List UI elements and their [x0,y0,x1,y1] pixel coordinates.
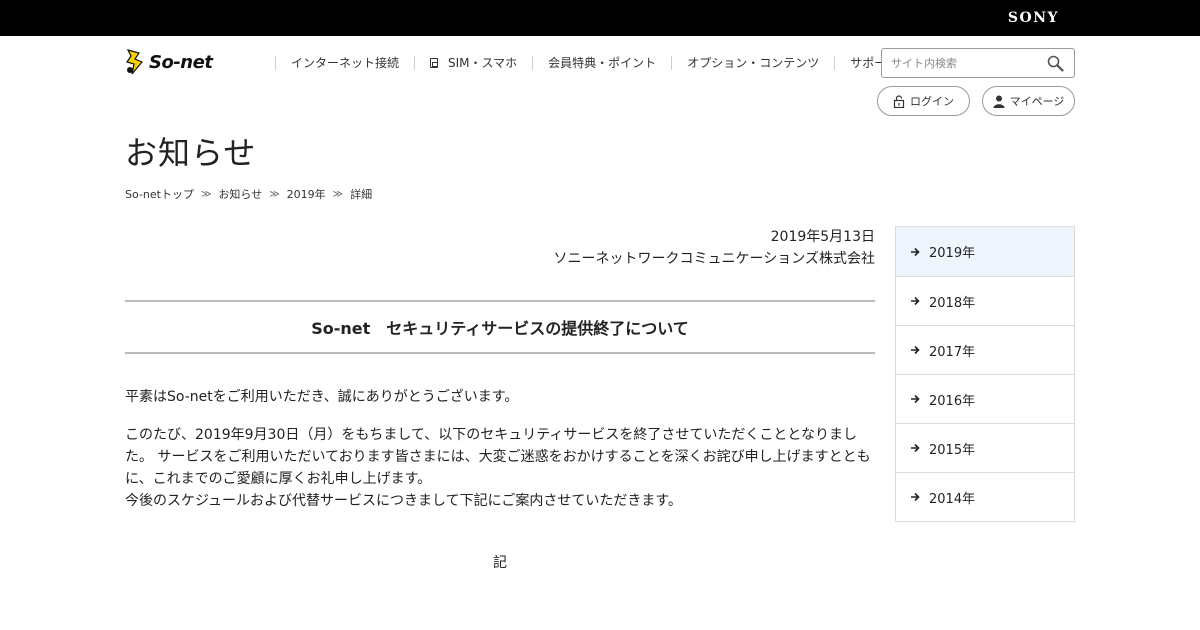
mypage-button-label: マイページ [1009,95,1065,108]
breadcrumb-item-year[interactable]: 2019年 [287,186,326,202]
user-icon [993,95,1005,108]
article-body: 平素はSo-netをご利用いただき、誠にありがとうございます。 このたび、201… [125,386,875,512]
sidebar-item-2019[interactable]: 2019年 [896,227,1074,276]
breadcrumb-item-news[interactable]: お知らせ [218,186,262,202]
nav-item-label: オプション・コンテンツ [687,56,820,70]
sony-logo[interactable]: SONY [1008,10,1059,26]
arrow-right-icon [911,394,920,404]
login-button-label: ログイン [910,95,954,108]
article-ki-mark: 記 [493,555,507,571]
global-nav: インターネット接続 SIM・スマホ 会員特典・ポイント オプション・コンテンツ … [275,54,913,72]
sonet-logo[interactable]: So-net [125,48,213,76]
sonet-logo-text: So-net [149,51,213,73]
sony-top-bar: SONY [0,0,1200,36]
nav-item-internet[interactable]: インターネット接続 [275,56,414,70]
sidebar-item-2016[interactable]: 2016年 [896,374,1074,423]
year-sidebar: 2019年 2018年 2017年 2016年 2015年 2014年 [895,226,1075,522]
article-paragraph: このたび、2019年9月30日（月）をもちまして、以下のセキュリティサービスを終… [125,427,871,487]
arrow-right-icon [911,443,920,453]
breadcrumb-separator: ≫ [200,188,212,200]
page-title: お知らせ [125,134,257,172]
sidebar-item-2014[interactable]: 2014年 [896,472,1074,521]
sidebar-item-2018[interactable]: 2018年 [896,276,1074,325]
lock-icon [893,94,905,108]
nav-item-options[interactable]: オプション・コンテンツ [671,56,834,70]
sonet-logo-mark-icon [125,48,147,76]
arrow-right-icon [911,345,920,355]
article-main: 2019年5月13日 ソニーネットワークコミュニケーションズ株式会社 So-ne… [125,226,875,572]
breadcrumb-separator: ≫ [269,188,280,200]
site-search [881,48,1075,78]
search-icon[interactable] [1047,55,1064,72]
article-company: ソニーネットワークコミュニケーションズ株式会社 [553,251,875,267]
sidebar-item-2017[interactable]: 2017年 [896,325,1074,374]
login-button[interactable]: ログイン [877,86,970,116]
nav-item-label: インターネット接続 [291,56,400,70]
breadcrumb-item-current: 詳細 [350,188,373,201]
sidebar-item-label: 2018年 [929,295,976,311]
arrow-right-icon [911,492,920,502]
article-paragraph: 平素はSo-netをご利用いただき、誠にありがとうございます。 [125,389,519,405]
sidebar-item-label: 2016年 [929,393,976,409]
mypage-button[interactable]: マイページ [982,86,1075,116]
nav-item-sim[interactable]: SIM・スマホ [414,56,532,70]
article-title-box: So-net セキュリティサービスの提供終了について [125,300,875,354]
arrow-right-icon [911,296,920,306]
site-header: So-net インターネット接続 SIM・スマホ 会員特典・ポイント オプション… [125,36,1075,126]
nav-item-label: SIM・スマホ [448,56,518,70]
article-meta: 2019年5月13日 ソニーネットワークコミュニケーションズ株式会社 [125,226,875,270]
breadcrumb-separator: ≫ [332,188,344,200]
nav-item-benefits[interactable]: 会員特典・ポイント [532,56,671,70]
breadcrumb-item-top[interactable]: So-netトップ [125,186,194,202]
breadcrumb: So-netトップ ≫ お知らせ ≫ 2019年 ≫ 詳細 [125,186,372,202]
nav-item-label: 会員特典・ポイント [548,56,657,70]
sim-icon [430,58,439,68]
sidebar-item-label: 2014年 [929,491,976,507]
sidebar-item-label: 2019年 [929,246,976,261]
article-date: 2019年5月13日 [770,229,875,245]
sidebar-item-2015[interactable]: 2015年 [896,423,1074,472]
article-title: So-net セキュリティサービスの提供終了について [311,319,689,338]
sidebar-item-label: 2015年 [929,442,976,458]
arrow-right-icon [911,247,920,256]
sidebar-item-label: 2017年 [929,344,976,360]
search-input[interactable] [882,49,1042,77]
article-paragraph: 今後のスケジュールおよび代替サービスにつきまして下記にご案内させていただきます。 [125,493,682,509]
